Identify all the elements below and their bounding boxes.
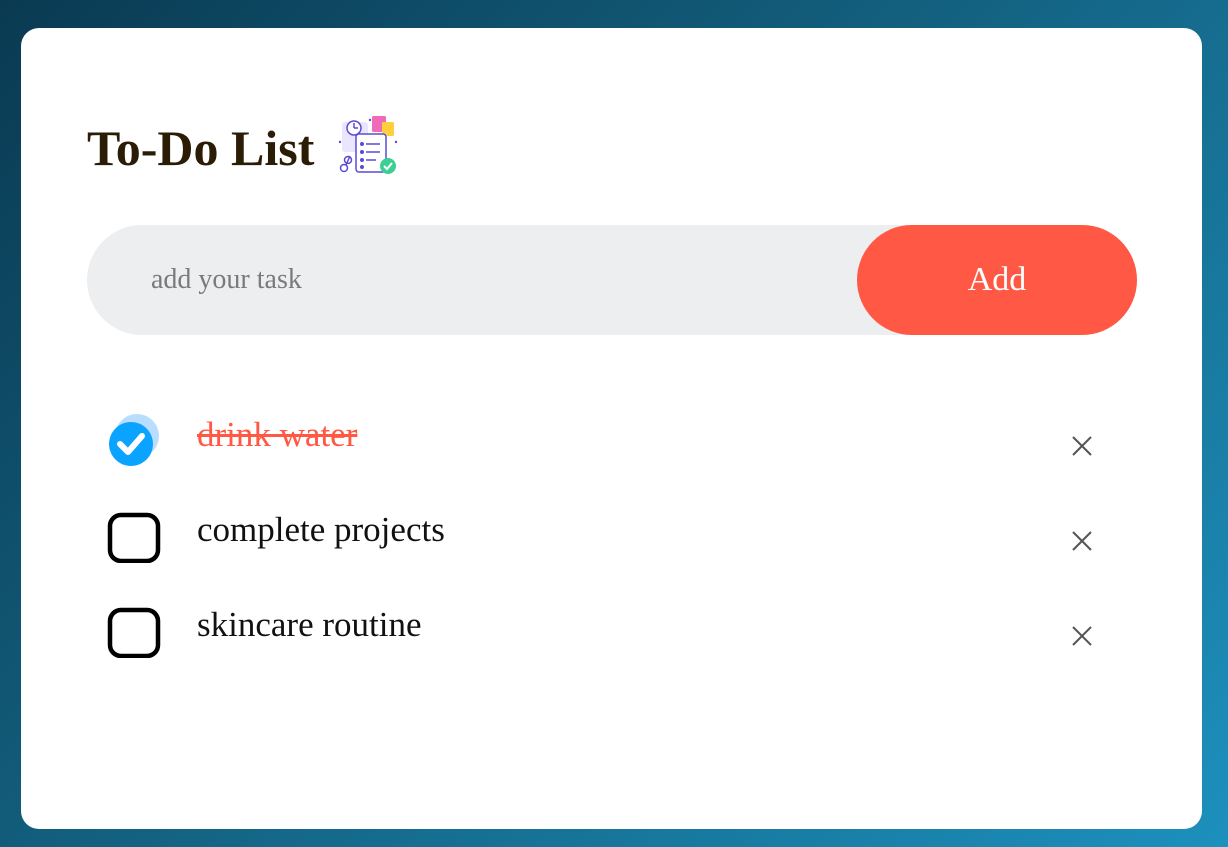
- close-icon: [1072, 531, 1092, 551]
- unchecked-box-icon[interactable]: [107, 602, 163, 658]
- close-icon: [1072, 436, 1092, 456]
- task-item[interactable]: complete projects: [87, 493, 1137, 588]
- task-text: skincare routine: [197, 605, 422, 644]
- delete-task-button[interactable]: [1062, 521, 1102, 561]
- todo-card: To-Do List Add: [21, 28, 1202, 829]
- add-task-form: Add: [87, 225, 1137, 335]
- task-list: drink water complete projects skincare r…: [87, 398, 1137, 683]
- close-icon: [1072, 626, 1092, 646]
- task-list-illustration-icon: [339, 116, 398, 174]
- delete-task-button[interactable]: [1062, 426, 1102, 466]
- unchecked-box-icon[interactable]: [107, 507, 163, 563]
- task-text: complete projects: [197, 510, 445, 549]
- task-item[interactable]: skincare routine: [87, 588, 1137, 683]
- task-text: drink water: [197, 415, 358, 454]
- add-button[interactable]: Add: [857, 225, 1137, 335]
- delete-task-button[interactable]: [1062, 616, 1102, 656]
- checked-circle-icon[interactable]: [107, 412, 163, 468]
- header: To-Do List: [87, 116, 402, 178]
- task-input[interactable]: [151, 225, 831, 335]
- task-item[interactable]: drink water: [87, 398, 1137, 493]
- page-title: To-Do List: [87, 120, 315, 176]
